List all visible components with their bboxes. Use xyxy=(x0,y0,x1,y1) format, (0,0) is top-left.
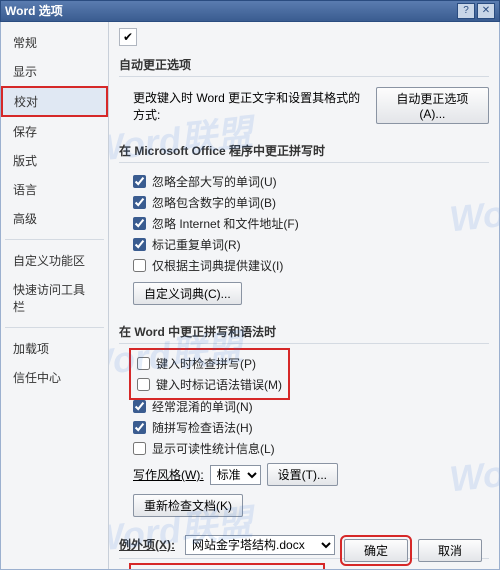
content-panel[interactable]: Word联盟 Word联盟 Word联盟 Word联盟 Word联盟 ✔ 自动更… xyxy=(109,22,499,569)
cb-mark-grammar-typing[interactable] xyxy=(137,378,150,391)
lbl-check-spelling-typing: 键入时检查拼写(P) xyxy=(156,355,256,372)
cancel-button[interactable]: 取消 xyxy=(418,539,482,562)
cb-grammar-with-spell[interactable] xyxy=(133,421,146,434)
sidebar: 常规 显示 校对 保存 版式 语言 高级 自定义功能区 快速访问工具栏 加载项 … xyxy=(1,22,109,569)
section-office-spell: 忽略全部大写的单词(U) 忽略包含数字的单词(B) 忽略 Internet 和文… xyxy=(119,171,489,307)
cb-flag-repeated[interactable] xyxy=(133,238,146,251)
writing-style-label: 写作风格(W): xyxy=(133,466,204,483)
cb-confused-words[interactable] xyxy=(133,400,146,413)
recheck-document-button[interactable]: 重新检查文档(K) xyxy=(133,494,243,517)
lbl-flag-repeated: 标记重复单词(R) xyxy=(152,236,241,253)
cb-ignore-uppercase[interactable] xyxy=(133,175,146,188)
section-title-autocorrect: 自动更正选项 xyxy=(119,50,489,77)
section-word-spell: 键入时检查拼写(P) 键入时标记语法错误(M) 经常混淆的单词(N) 随拼写检查… xyxy=(119,352,489,519)
lbl-ignore-uppercase: 忽略全部大写的单词(U) xyxy=(152,173,277,190)
sidebar-item-advanced[interactable]: 高级 xyxy=(1,204,108,233)
writing-style-select[interactable]: 标准 xyxy=(210,465,261,485)
window-buttons: ? ✕ xyxy=(457,3,495,19)
sidebar-divider xyxy=(5,327,104,328)
grammar-settings-button[interactable]: 设置(T)... xyxy=(267,463,338,486)
cb-main-dict-only[interactable] xyxy=(133,259,146,272)
cb-readability-stats[interactable] xyxy=(133,442,146,455)
sidebar-item-general[interactable]: 常规 xyxy=(1,28,108,57)
ok-button[interactable]: 确定 xyxy=(344,539,408,562)
lbl-main-dict-only: 仅根据主词典提供建议(I) xyxy=(152,257,283,274)
lbl-grammar-with-spell: 随拼写检查语法(H) xyxy=(152,419,253,436)
cb-check-spelling-typing[interactable] xyxy=(137,357,150,370)
section-title-office-spell: 在 Microsoft Office 程序中更正拼写时 xyxy=(119,136,489,163)
autocorrect-desc: 更改键入时 Word 更正文字和设置其格式的方式: xyxy=(133,89,370,123)
dialog-footer: 确定 取消 xyxy=(344,539,482,562)
cb-ignore-internet[interactable] xyxy=(133,217,146,230)
proofing-icon: ✔ xyxy=(119,28,137,46)
sidebar-item-customize-ribbon[interactable]: 自定义功能区 xyxy=(1,246,108,275)
custom-dictionaries-button[interactable]: 自定义词典(C)... xyxy=(133,282,242,305)
window-title: Word 选项 xyxy=(5,0,63,22)
sidebar-item-save[interactable]: 保存 xyxy=(1,117,108,146)
sidebar-item-layout[interactable]: 版式 xyxy=(1,146,108,175)
section-title-word-spell: 在 Word 中更正拼写和语法时 xyxy=(119,317,489,344)
close-button[interactable]: ✕ xyxy=(477,3,495,19)
lbl-ignore-numbers: 忽略包含数字的单词(B) xyxy=(152,194,276,211)
exceptions-doc-select[interactable]: 网站金字塔结构.docx xyxy=(185,535,335,555)
cb-ignore-numbers[interactable] xyxy=(133,196,146,209)
lbl-readability-stats: 显示可读性统计信息(L) xyxy=(152,440,275,457)
sidebar-item-quick-access[interactable]: 快速访问工具栏 xyxy=(1,275,108,321)
section-exceptions: 只隐藏此文档中的拼写错误(S) 只隐藏此文档中的语法错误(D) xyxy=(119,567,489,569)
sidebar-item-proofing[interactable]: 校对 xyxy=(1,86,108,117)
sidebar-divider xyxy=(5,239,104,240)
title-bar: Word 选项 ? ✕ xyxy=(0,0,500,22)
sidebar-item-display[interactable]: 显示 xyxy=(1,57,108,86)
dialog-frame: 常规 显示 校对 保存 版式 语言 高级 自定义功能区 快速访问工具栏 加载项 … xyxy=(0,22,500,570)
autocorrect-options-button[interactable]: 自动更正选项(A)... xyxy=(376,87,489,124)
lbl-mark-grammar-typing: 键入时标记语法错误(M) xyxy=(156,376,282,393)
lbl-ignore-internet: 忽略 Internet 和文件地址(F) xyxy=(152,215,299,232)
sidebar-item-addins[interactable]: 加载项 xyxy=(1,334,108,363)
section-autocorrect: 更改键入时 Word 更正文字和设置其格式的方式: 自动更正选项(A)... xyxy=(119,85,489,126)
sidebar-item-trust-center[interactable]: 信任中心 xyxy=(1,363,108,392)
lbl-confused-words: 经常混淆的单词(N) xyxy=(152,398,253,415)
help-button[interactable]: ? xyxy=(457,3,475,19)
sidebar-item-language[interactable]: 语言 xyxy=(1,175,108,204)
